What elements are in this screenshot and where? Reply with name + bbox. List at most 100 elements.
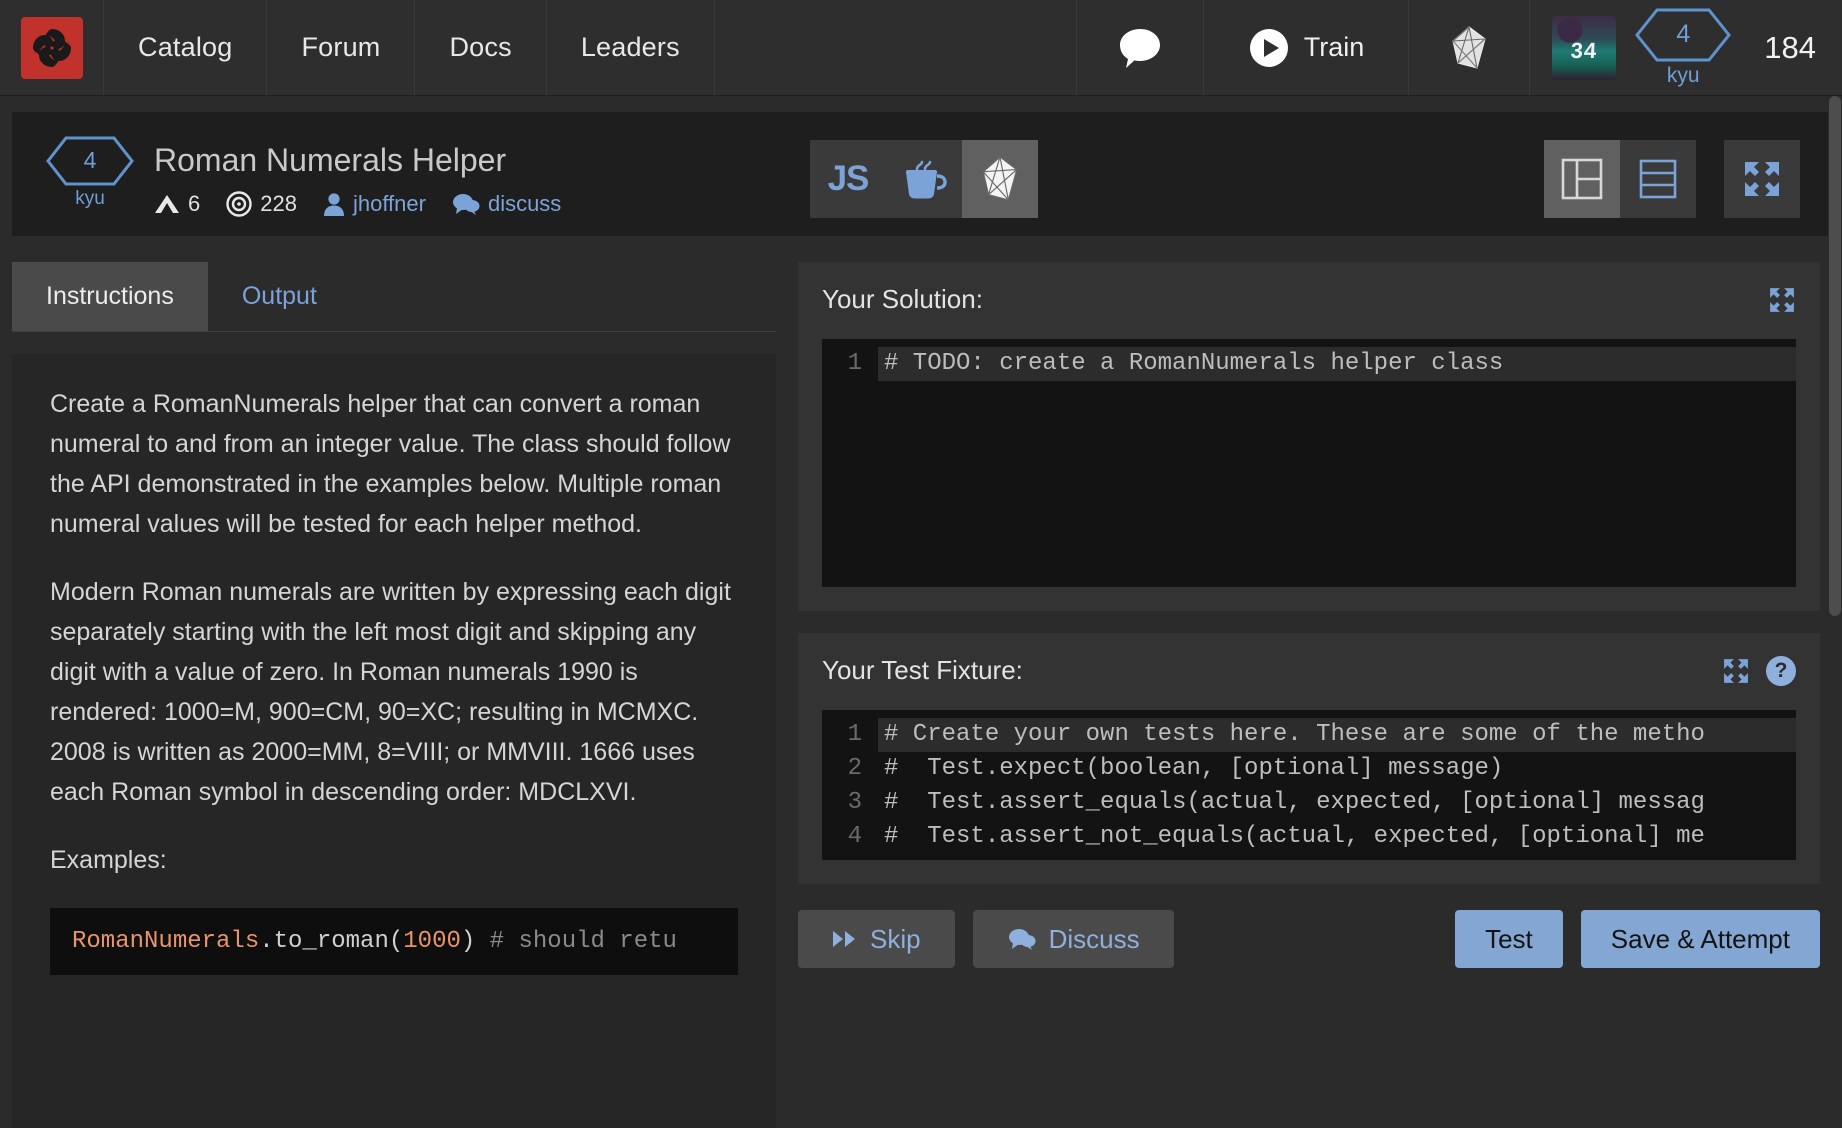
example-method: .to_roman( (259, 928, 403, 955)
help-icon[interactable]: ? (1766, 656, 1796, 686)
layout-split-view-button[interactable] (1544, 140, 1620, 218)
code-line: 3 # Test.assert_equals(actual, expected,… (822, 786, 1796, 820)
stat-author-name: jhoffner (353, 191, 426, 217)
tab-output-label: Output (242, 282, 317, 310)
stacked-layout-icon (1637, 158, 1679, 200)
solution-panel-header: Your Solution: (822, 284, 1796, 315)
nav-item-catalog[interactable]: Catalog (104, 0, 267, 95)
kata-header-left: 4 kyu Roman Numerals Helper 6 (46, 132, 561, 217)
nav-train-label: Train (1304, 32, 1365, 63)
kata-stats: 6 228 jhoffner (154, 191, 561, 217)
layout-view-pair (1544, 140, 1696, 218)
discuss-bubble-icon (452, 192, 480, 216)
stat-author[interactable]: jhoffner (323, 191, 426, 217)
logo-cell[interactable] (0, 0, 104, 95)
nav-item-leaders[interactable]: Leaders (547, 0, 715, 95)
kata-rank-value: 4 (84, 147, 97, 174)
example-class-name: RomanNumerals (72, 928, 259, 955)
avatar[interactable]: 34 (1552, 16, 1616, 80)
avatar-jersey-number: 34 (1570, 38, 1598, 64)
lang-java-button[interactable] (886, 140, 962, 218)
ruby-gem-icon (1449, 25, 1489, 71)
code-line: 4 # Test.assert_not_equals(actual, expec… (822, 820, 1796, 854)
fast-forward-icon (832, 929, 858, 949)
language-selector: JS (810, 140, 1038, 218)
code-line: 1 # Create your own tests here. These ar… (822, 718, 1796, 752)
stat-upvotes: 6 (154, 191, 200, 217)
nav-user-block: 34 4 kyu 184 (1530, 0, 1842, 95)
discuss-button-label: Discuss (1049, 924, 1140, 955)
user-honor-value: 184 (1764, 30, 1816, 66)
user-rank-badge[interactable]: 4 kyu (1634, 8, 1732, 88)
page-scrollbar-thumb[interactable] (1829, 96, 1841, 616)
stat-upvotes-value: 6 (188, 191, 200, 217)
instructions-paragraph-2: Modern Roman numerals are written by exp… (50, 572, 738, 812)
discuss-bubble-icon (1007, 927, 1037, 951)
skip-button[interactable]: Skip (798, 910, 955, 968)
example-close-paren: ) (461, 928, 475, 955)
expand-icon[interactable] (1722, 657, 1750, 685)
lang-javascript-label: JS (828, 159, 869, 199)
kata-rank-hexagon: 4 (46, 136, 134, 186)
kata-kyu-label: kyu (75, 188, 105, 210)
chevron-up-icon (154, 193, 180, 215)
lang-ruby-button[interactable] (962, 140, 1038, 218)
expand-icon (1742, 159, 1782, 199)
codewars-logo[interactable] (21, 17, 83, 79)
test-fixture-panel-header: Your Test Fixture: ? (822, 655, 1796, 686)
test-fixture-code-editor[interactable]: 1 # Create your own tests here. These ar… (822, 710, 1796, 860)
instructions-panel[interactable]: Create a RomanNumerals helper that can c… (12, 354, 776, 1128)
line-number: 4 (822, 820, 878, 854)
kata-header: 4 kyu Roman Numerals Helper 6 (12, 112, 1830, 236)
nav-item-docs[interactable]: Docs (415, 0, 546, 95)
code-line: 2 # Test.expect(boolean, [optional] mess… (822, 752, 1796, 786)
example-argument: 1000 (403, 928, 461, 955)
instructions-example-code: RomanNumerals.to_roman(1000) # should re… (50, 908, 738, 975)
lang-javascript-button[interactable]: JS (810, 140, 886, 218)
save-attempt-button-label: Save & Attempt (1611, 924, 1790, 955)
solution-code-editor[interactable]: 1 # TODO: create a RomanNumerals helper … (822, 339, 1796, 587)
codewars-logo-icon (27, 23, 77, 73)
coffee-cup-icon (901, 158, 947, 200)
code-line: 1 # TODO: create a RomanNumerals helper … (822, 347, 1796, 381)
nav-train-button[interactable]: Train (1204, 0, 1410, 95)
skip-button-label: Skip (870, 924, 921, 955)
action-bar: Skip Discuss Test Save & Attempt (798, 910, 1820, 968)
instructions-examples-label: Examples: (50, 840, 738, 880)
line-number: 1 (822, 718, 878, 752)
line-code: # TODO: create a RomanNumerals helper cl… (878, 347, 1796, 381)
layout-fullscreen-button[interactable] (1724, 140, 1800, 218)
line-code: # Test.expect(boolean, [optional] messag… (878, 752, 1796, 786)
right-column: Your Solution: 1 # TODO: create (798, 236, 1830, 1128)
test-button[interactable]: Test (1455, 910, 1563, 968)
main-content: Instructions Output Create a RomanNumera… (0, 236, 1842, 1128)
discuss-button[interactable]: Discuss (973, 910, 1174, 968)
solution-panel-title: Your Solution: (822, 284, 983, 315)
expand-icon[interactable] (1768, 286, 1796, 314)
nav-item-catalog-label: Catalog (138, 32, 232, 63)
top-navigation-bar: Catalog Forum Docs Leaders Train 34 (0, 0, 1842, 96)
test-button-label: Test (1485, 924, 1533, 955)
user-rank-value: 4 (1676, 20, 1690, 49)
nav-language-ruby-button[interactable] (1409, 0, 1530, 95)
tab-instructions[interactable]: Instructions (12, 262, 208, 331)
save-attempt-button[interactable]: Save & Attempt (1581, 910, 1820, 968)
user-icon (323, 192, 345, 216)
nav-item-forum[interactable]: Forum (267, 0, 415, 95)
nav-item-docs-label: Docs (449, 32, 511, 63)
stat-discuss-label: discuss (488, 191, 561, 217)
line-number: 2 (822, 752, 878, 786)
test-fixture-panel-actions: ? (1722, 656, 1796, 686)
play-circle-icon (1248, 27, 1290, 69)
nav-messages-button[interactable] (1077, 0, 1204, 95)
page-scrollbar[interactable] (1828, 96, 1842, 1128)
tab-output[interactable]: Output (208, 262, 351, 331)
solution-panel: Your Solution: 1 # TODO: create (798, 262, 1820, 611)
layout-stacked-view-button[interactable] (1620, 140, 1696, 218)
stat-discuss[interactable]: discuss (452, 191, 561, 217)
help-icon-label: ? (1775, 659, 1788, 683)
line-number: 1 (822, 347, 878, 381)
test-fixture-panel: Your Test Fixture: ? (798, 633, 1820, 884)
target-icon (226, 191, 252, 217)
kata-rank-badge: 4 kyu (46, 132, 134, 210)
